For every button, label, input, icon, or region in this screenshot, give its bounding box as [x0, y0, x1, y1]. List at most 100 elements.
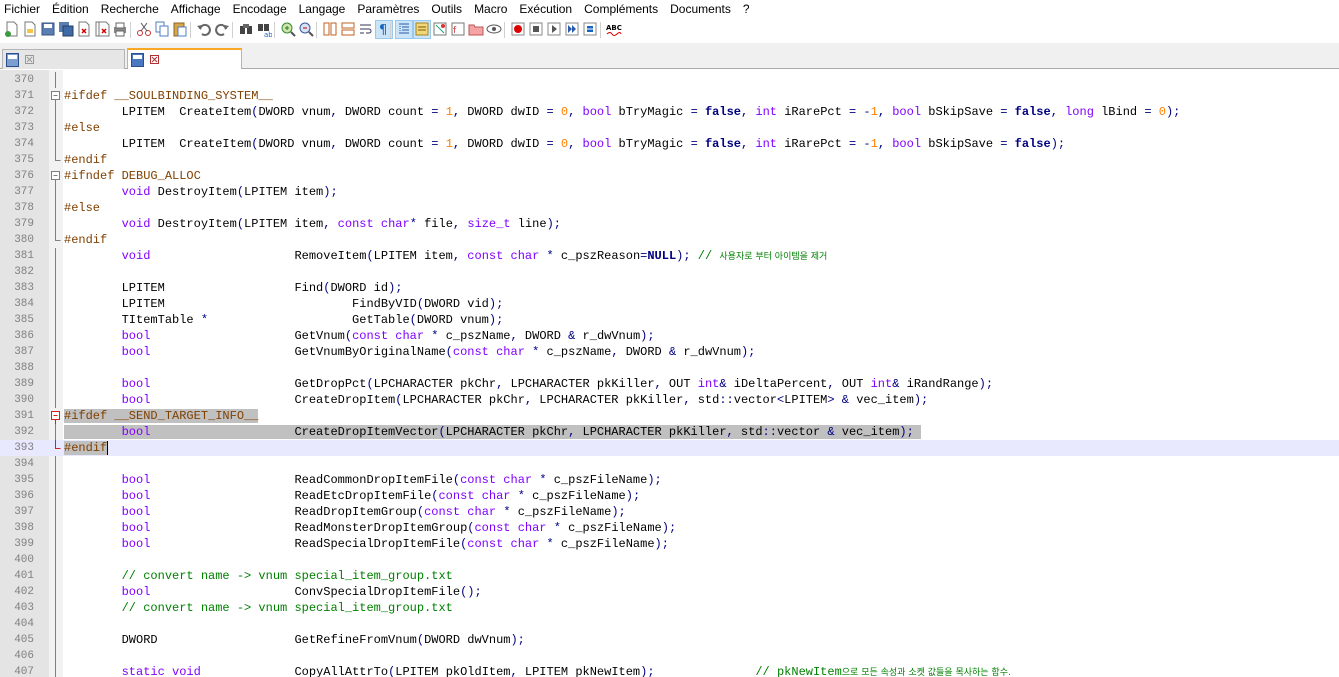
code-line[interactable]: 404: [0, 616, 1339, 632]
code-line[interactable]: 398 bool ReadMonsterDropItemGroup(const …: [0, 520, 1339, 536]
code-token: (: [366, 377, 374, 391]
fold-toggle-icon[interactable]: [49, 408, 63, 424]
menu-5[interactable]: Langage: [293, 0, 352, 18]
find-icon[interactable]: [238, 21, 254, 38]
code-line[interactable]: 383 LPITEM Find(DWORD id);: [0, 280, 1339, 296]
function-list-icon[interactable]: f: [450, 21, 466, 38]
menu-4[interactable]: Encodage: [227, 0, 293, 18]
code-line[interactable]: 374 LPITEM CreateItem(DWORD vnum, DWORD …: [0, 136, 1339, 152]
code-line[interactable]: 397 bool ReadDropItemGroup(const char * …: [0, 504, 1339, 520]
play-macro-icon[interactable]: [546, 21, 562, 38]
print-icon[interactable]: [112, 21, 128, 38]
code-line[interactable]: 380 #endif: [0, 232, 1339, 248]
menu-7[interactable]: Outils: [425, 0, 468, 18]
code-line[interactable]: 394: [0, 456, 1339, 472]
line-number: 376: [14, 170, 34, 182]
code-token: -: [863, 137, 871, 151]
save-all-icon[interactable]: [58, 21, 74, 38]
code-line[interactable]: 373 #else: [0, 120, 1339, 136]
code-line[interactable]: 405 DWORD GetRefineFromVnum(DWORD dwVnum…: [0, 632, 1339, 648]
code-line[interactable]: 406: [0, 648, 1339, 664]
fold-toggle-icon[interactable]: [49, 88, 63, 104]
code-line[interactable]: 390 bool CreateDropItem(LPCHARACTER pkCh…: [0, 392, 1339, 408]
code-token: NULL: [647, 249, 677, 263]
stop-macro-icon[interactable]: [528, 21, 544, 38]
code-line[interactable]: 372 LPITEM CreateItem(DWORD vnum, DWORD …: [0, 104, 1339, 120]
language-icon[interactable]: [413, 20, 431, 39]
fold-toggle-icon[interactable]: [49, 168, 63, 184]
code-line[interactable]: 402 bool ConvSpecialDropItemFile();: [0, 584, 1339, 600]
menu-6[interactable]: Paramètres: [351, 0, 425, 18]
run-macro-multiple-icon[interactable]: [564, 21, 580, 38]
line-number: 397: [14, 506, 34, 518]
code-line[interactable]: 407 static void CopyAllAttrTo(LPITEM pkO…: [0, 664, 1339, 677]
close-icon[interactable]: [76, 21, 92, 38]
paste-icon[interactable]: [172, 21, 188, 38]
save-icon[interactable]: [40, 21, 56, 38]
code-line[interactable]: 370: [0, 72, 1339, 88]
code-line[interactable]: 393 #endif: [0, 440, 1339, 456]
code-token: &: [841, 393, 849, 407]
menu-10[interactable]: Compléments: [578, 0, 664, 18]
code-line[interactable]: 387 bool GetVnumByOriginalName(const cha…: [0, 344, 1339, 360]
code-line[interactable]: 389 bool GetDropPct(LPCHARACTER pkChr, L…: [0, 376, 1339, 392]
code-line[interactable]: 388: [0, 360, 1339, 376]
menu-0[interactable]: Fichier: [0, 0, 46, 18]
code-line[interactable]: 381 void RemoveItem(LPITEM item, const c…: [0, 248, 1339, 264]
record-macro-icon[interactable]: [510, 21, 526, 38]
menu-1[interactable]: Édition: [46, 0, 95, 18]
code-line[interactable]: 378 #else: [0, 200, 1339, 216]
sync-horizontal-icon[interactable]: [340, 21, 356, 38]
code-token: (: [236, 217, 245, 231]
code-line[interactable]: 399 bool ReadSpecialDropItemFile(const c…: [0, 536, 1339, 552]
code-line[interactable]: 395 bool ReadCommonDropItemFile(const ch…: [0, 472, 1339, 488]
folder-workspace-icon[interactable]: [468, 21, 484, 38]
menu-3[interactable]: Affichage: [165, 0, 227, 18]
undo-icon[interactable]: [196, 21, 212, 38]
code-line[interactable]: 376 #ifndef DEBUG_ALLOC: [0, 168, 1339, 184]
code-editor[interactable]: 370 371 #ifdef __SOULBINDING_SYSTEM__ 372 L…: [0, 70, 1339, 677]
close-tab-icon[interactable]: [25, 55, 34, 64]
code-line[interactable]: 386 bool GetVnum(const char * c_pszName,…: [0, 328, 1339, 344]
spellcheck-icon[interactable]: ABC: [606, 21, 622, 38]
new-file-icon[interactable]: [4, 21, 20, 38]
close-tab-icon[interactable]: [150, 55, 159, 64]
code-line[interactable]: 401 // convert name -> vnum special_item…: [0, 568, 1339, 584]
open-file-icon[interactable]: [22, 21, 38, 38]
cut-icon[interactable]: [136, 21, 152, 38]
zoom-in-icon[interactable]: [280, 21, 296, 38]
close-all-icon[interactable]: [94, 21, 110, 38]
menu-8[interactable]: Macro: [468, 0, 513, 18]
doc-map-icon[interactable]: [432, 21, 448, 38]
code-line[interactable]: 379 void DestroyItem(LPITEM item, const …: [0, 216, 1339, 232]
menu-2[interactable]: Recherche: [95, 0, 165, 18]
tab-item-manager-h[interactable]: [127, 48, 242, 69]
code-token: 1: [870, 137, 878, 151]
zoom-out-icon[interactable]: [298, 21, 314, 38]
menu-9[interactable]: Exécution: [513, 0, 578, 18]
redo-icon[interactable]: [214, 21, 230, 38]
save-macro-icon[interactable]: [582, 21, 598, 38]
code-line[interactable]: 371 #ifdef __SOULBINDING_SYSTEM__: [0, 88, 1339, 104]
line-number: 377: [14, 186, 34, 198]
indent-guide-icon[interactable]: [395, 20, 413, 39]
tab-item-manager-cpp[interactable]: [2, 49, 125, 69]
menu-11[interactable]: Documents: [664, 0, 737, 18]
code-line[interactable]: 391 #ifdef __SEND_TARGET_INFO__: [0, 408, 1339, 424]
menu-12[interactable]: ?: [737, 0, 756, 18]
code-line[interactable]: 392 bool CreateDropItemVector(LPCHARACTE…: [0, 424, 1339, 440]
code-line[interactable]: 384 LPITEM FindByVID(DWORD vid);: [0, 296, 1339, 312]
code-line[interactable]: 377 void DestroyItem(LPITEM item);: [0, 184, 1339, 200]
sync-vertical-icon[interactable]: [322, 21, 338, 38]
word-wrap-icon[interactable]: [358, 21, 374, 38]
code-token: DWORD vid: [424, 297, 489, 311]
code-line[interactable]: 403 // convert name -> vnum special_item…: [0, 600, 1339, 616]
replace-icon[interactable]: ab: [256, 21, 272, 38]
code-line[interactable]: 385 TItemTable * GetTable(DWORD vnum);: [0, 312, 1339, 328]
code-line[interactable]: 375 #endif: [0, 152, 1339, 168]
code-line[interactable]: 382: [0, 264, 1339, 280]
code-line[interactable]: 396 bool ReadEtcDropItemFile(const char …: [0, 488, 1339, 504]
monitoring-icon[interactable]: [486, 21, 502, 38]
copy-icon[interactable]: [154, 21, 170, 38]
code-line[interactable]: 400: [0, 552, 1339, 568]
